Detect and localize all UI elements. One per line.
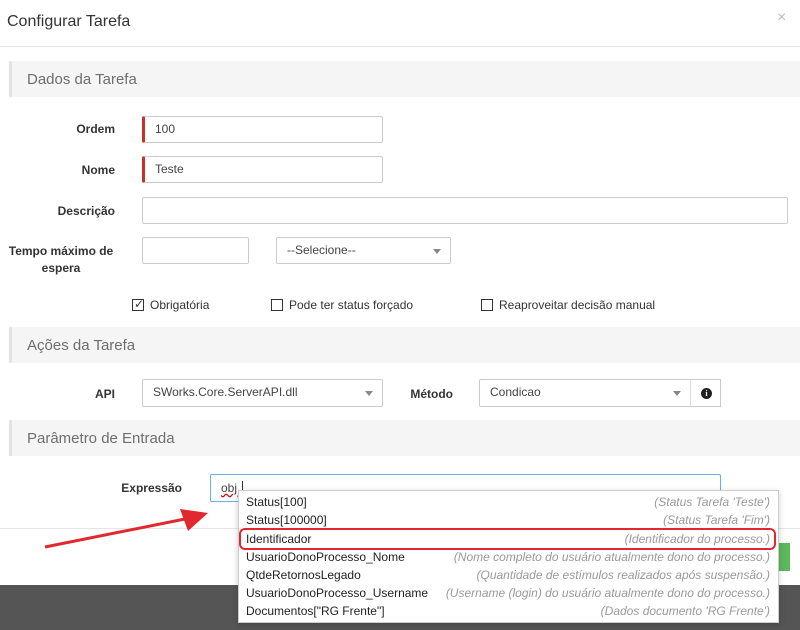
arrow-shaft xyxy=(44,516,191,549)
checkbox-box[interactable]: ✓ xyxy=(132,297,145,311)
autocomplete-item-selected[interactable]: Identificador (Identificador do processo… xyxy=(239,528,776,550)
nome-label: Nome xyxy=(81,163,115,177)
metodo-label: Método xyxy=(410,387,453,401)
tempo-label: Tempo máximo de espera xyxy=(7,244,115,278)
autocomplete-item-desc: (Identificador do processo.) xyxy=(624,532,770,546)
metodo-select[interactable]: Condicao xyxy=(479,379,691,407)
autocomplete-item-desc: (Status Tarefa 'Teste') xyxy=(654,495,770,509)
section-title-acoes: Ações da Tarefa xyxy=(27,337,136,354)
checkbox-label: Pode ter status forçado xyxy=(289,298,414,312)
expressao-label: Expressão xyxy=(121,481,182,495)
nome-input[interactable]: Teste xyxy=(142,156,383,183)
ordem-label: Ordem xyxy=(76,122,115,136)
autocomplete-item[interactable]: UsuarioDonoProcesso_Username (Username (… xyxy=(239,584,778,602)
autocomplete-item-name: UsuarioDonoProcesso_Nome xyxy=(246,550,405,564)
close-icon[interactable]: × xyxy=(777,10,786,26)
checkbox-reaproveitar[interactable]: Reaproveitar decisão manual xyxy=(481,298,661,312)
autocomplete-item-name: Status[100000] xyxy=(246,513,327,527)
checkbox-box[interactable] xyxy=(271,299,283,311)
autocomplete-item-desc: (Username (login) do usuário atualmente … xyxy=(445,586,770,600)
checkbox-label: Reaproveitar decisão manual xyxy=(499,298,656,312)
autocomplete-item[interactable]: QtdeRetornosLegado (Quantidade de estímu… xyxy=(239,566,778,584)
ordem-input[interactable]: 100 xyxy=(142,116,383,143)
checkbox-status-forcado[interactable]: Pode ter status forçado xyxy=(271,298,431,312)
metodo-value: Condicao xyxy=(490,385,541,399)
autocomplete-item[interactable]: UsuarioDonoProcesso_Nome (Nome completo … xyxy=(239,548,778,566)
autocomplete-item-desc: (Status Tarefa 'Fim') xyxy=(663,513,770,527)
annotation-arrow xyxy=(44,509,208,549)
chevron-down-icon xyxy=(365,391,373,396)
autocomplete-item[interactable]: Status[100000] (Status Tarefa 'Fim') xyxy=(239,511,778,529)
descricao-label: Descrição xyxy=(57,204,115,218)
autocomplete-dropdown: Status[100] (Status Tarefa 'Teste') Stat… xyxy=(238,490,779,623)
descricao-input[interactable] xyxy=(142,197,788,224)
section-title-parametro: Parâmetro de Entrada xyxy=(27,430,175,447)
check-icon: ✓ xyxy=(134,297,145,311)
api-label: API xyxy=(94,387,115,401)
autocomplete-item-desc: (Quantidade de estímulos realizados após… xyxy=(476,568,770,582)
tempo-unit-select[interactable]: --Selecione-- xyxy=(276,237,451,264)
checkbox-box[interactable] xyxy=(481,299,493,311)
tempo-label-line2: espera xyxy=(41,261,81,275)
autocomplete-item-name: Status[100] xyxy=(246,495,307,509)
tempo-input[interactable] xyxy=(142,237,249,264)
modal-header: Configurar Tarefa × xyxy=(0,0,800,47)
info-icon: i xyxy=(701,388,712,399)
section-parametro-entrada: Parâmetro de Entrada xyxy=(9,420,800,456)
api-select[interactable]: SWorks.Core.ServerAPI.dll xyxy=(142,379,383,407)
autocomplete-item-desc: (Nome completo do usuário atualmente don… xyxy=(453,550,770,564)
info-button[interactable]: i xyxy=(690,379,721,407)
autocomplete-item[interactable]: Status[100] (Status Tarefa 'Teste') xyxy=(239,493,778,511)
section-dados-tarefa: Dados da Tarefa xyxy=(9,61,800,97)
autocomplete-item[interactable]: Documentos["RG Frente"] (Dados documento… xyxy=(239,602,778,620)
api-value: SWorks.Core.ServerAPI.dll xyxy=(153,385,298,399)
chevron-down-icon xyxy=(433,249,441,254)
arrow-head xyxy=(180,509,208,531)
autocomplete-item-name: UsuarioDonoProcesso_Username xyxy=(246,586,429,600)
checkbox-obrigatoria[interactable]: ✓ Obrigatória xyxy=(132,297,252,312)
modal-title: Configurar Tarefa xyxy=(7,13,131,30)
section-title-dados: Dados da Tarefa xyxy=(27,71,137,88)
section-acoes-tarefa: Ações da Tarefa xyxy=(9,327,800,363)
autocomplete-item-name: Documentos["RG Frente"] xyxy=(246,604,385,618)
tempo-unit-value: --Selecione-- xyxy=(287,243,356,257)
autocomplete-item-name: QtdeRetornosLegado xyxy=(246,568,361,582)
autocomplete-item-desc: (Dados documento 'RG Frente') xyxy=(600,604,770,618)
chevron-down-icon xyxy=(673,391,681,396)
tempo-label-line1: Tempo máximo de xyxy=(8,244,114,258)
checkbox-label: Obrigatória xyxy=(150,298,210,312)
autocomplete-item-name: Identificador xyxy=(246,532,312,546)
